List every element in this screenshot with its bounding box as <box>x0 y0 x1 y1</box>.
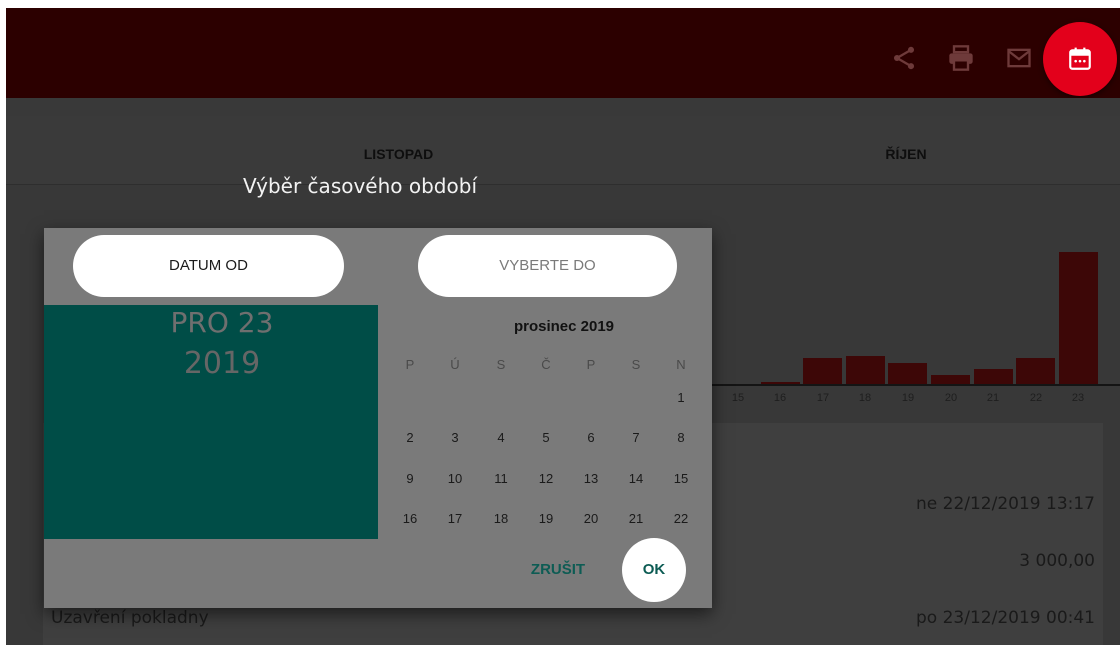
chart-bar <box>888 363 927 384</box>
weekday-label: P <box>586 357 596 372</box>
calendar-day[interactable]: 13 <box>576 464 606 494</box>
chart-tick-label: 18 <box>858 392 872 404</box>
calendar-day[interactable]: 22 <box>666 504 696 534</box>
chart-bar <box>1016 358 1055 384</box>
calendar-day[interactable]: 9 <box>395 464 425 494</box>
chart-bar <box>931 375 970 384</box>
date-range-dialog: DATUM OD VYBERTE DO PRO 23 2019 prosinec… <box>44 228 712 608</box>
weekday-label: Č <box>541 357 551 372</box>
chart-bar <box>1059 252 1098 384</box>
date-from-button[interactable]: DATUM OD <box>73 235 344 297</box>
chart-bar <box>974 369 1013 384</box>
chart-tick-label: 22 <box>1029 392 1043 404</box>
chart-tick-label: 17 <box>816 392 830 404</box>
chart-tick-label: 15 <box>731 392 745 404</box>
ok-button[interactable]: OK <box>622 538 686 602</box>
weekday-label: Ú <box>450 357 460 372</box>
calendar-day[interactable]: 17 <box>440 504 470 534</box>
share-icon[interactable] <box>890 44 918 72</box>
weekday-label: S <box>631 357 641 372</box>
calendar-day[interactable]: 15 <box>666 464 696 494</box>
cancel-button[interactable]: ZRUŠIT <box>524 553 592 587</box>
calendar-day[interactable]: 18 <box>486 504 516 534</box>
subheader-bar <box>6 98 1120 116</box>
calendar-fab-button[interactable] <box>1043 22 1117 96</box>
mail-icon[interactable] <box>1005 44 1033 72</box>
app-frame: LISTOPAD ŘÍJEN 15 16 17 18 19 20 21 22 23 ne 22/… <box>6 8 1120 645</box>
calendar-day[interactable]: 11 <box>486 464 516 494</box>
calendar-day[interactable]: 2 <box>395 423 425 453</box>
selected-date-header <box>44 305 378 539</box>
calendar-day[interactable]: 1 <box>666 383 696 413</box>
chart-tick-label: 19 <box>901 392 915 404</box>
row-value: 3 000,00 <box>1019 551 1095 571</box>
weekday-label: N <box>676 357 686 372</box>
chart-tick-label: 21 <box>986 392 1000 404</box>
tab-rijen[interactable]: ŘÍJEN <box>791 116 1021 184</box>
chart-bar <box>803 358 842 384</box>
calendar-day[interactable]: 6 <box>576 423 606 453</box>
print-icon[interactable] <box>947 44 975 72</box>
calendar-month-title: prosinec 2019 <box>513 318 615 335</box>
calendar-day[interactable]: 20 <box>576 504 606 534</box>
chart-axis <box>712 384 1120 386</box>
weekday-label: P <box>405 357 415 372</box>
chart-tick-label: 23 <box>1071 392 1085 404</box>
calendar-day[interactable]: 8 <box>666 423 696 453</box>
calendar-day[interactable]: 4 <box>486 423 516 453</box>
weekday-label: S <box>496 357 506 372</box>
chart-tick-label: 20 <box>944 392 958 404</box>
calendar-day[interactable]: 5 <box>531 423 561 453</box>
row-value: po 23/12/2019 00:41 <box>916 608 1095 628</box>
calendar-day[interactable]: 14 <box>621 464 651 494</box>
calendar-day[interactable]: 16 <box>395 504 425 534</box>
calendar-day[interactable]: 21 <box>621 504 651 534</box>
month-tabs: LISTOPAD ŘÍJEN <box>6 116 1120 185</box>
dialog-title: Výběr časového období <box>243 174 477 198</box>
app-bar <box>6 8 1120 98</box>
calendar-day[interactable]: 10 <box>440 464 470 494</box>
calendar-icon <box>1069 47 1091 70</box>
chart-bar <box>846 356 885 384</box>
selected-date: PRO 23 <box>170 306 274 339</box>
selected-year[interactable]: 2019 <box>44 346 400 381</box>
row-value: ne 22/12/2019 13:17 <box>915 494 1095 514</box>
calendar-day[interactable]: 7 <box>621 423 651 453</box>
calendar-day[interactable]: 3 <box>440 423 470 453</box>
row-label: Uzavření pokladny <box>51 608 209 628</box>
calendar-day[interactable]: 19 <box>531 504 561 534</box>
calendar-day[interactable]: 12 <box>531 464 561 494</box>
date-to-button[interactable]: VYBERTE DO <box>418 235 677 297</box>
chart-tick-label: 16 <box>773 392 787 404</box>
